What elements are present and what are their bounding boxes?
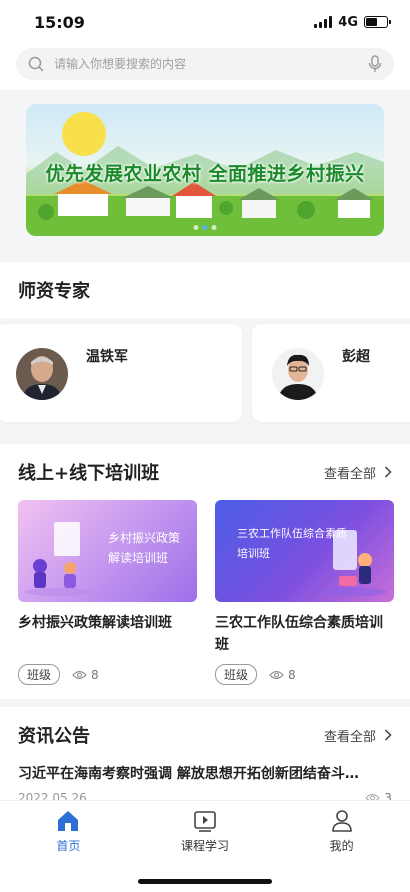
status-time: 15:09 xyxy=(34,12,85,32)
bottom-tab-bar: 首页 课程学习 我的 xyxy=(0,800,410,892)
status-bar: 15:09 4G xyxy=(0,0,410,44)
user-icon xyxy=(331,810,352,832)
eye-icon xyxy=(269,670,284,679)
tab-label: 首页 xyxy=(56,839,81,853)
experts-section: 师资专家 温铁军 彭超 xyxy=(0,262,410,444)
tab-home[interactable]: 首页 xyxy=(13,809,123,854)
news-item[interactable]: 习近平在海南考察时强调 解放思想开拓创新团结奋斗… 2022 05 26 3 xyxy=(0,763,410,805)
experts-carousel[interactable]: 温铁军 彭超 xyxy=(0,318,410,444)
microphone-icon[interactable] xyxy=(368,55,382,73)
view-count-value: 8 xyxy=(288,667,296,682)
home-indicator xyxy=(138,879,272,884)
carousel-dots xyxy=(193,225,217,230)
tab-label: 课程学习 xyxy=(180,839,229,853)
experts-header: 师资专家 xyxy=(0,262,410,318)
network-label: 4G xyxy=(338,14,358,30)
view-count-value: 8 xyxy=(91,667,99,682)
view-all-link[interactable]: 查看全部 xyxy=(324,463,392,482)
section-title: 线上+线下培训班 xyxy=(18,463,160,484)
view-all-link[interactable]: 查看全部 xyxy=(324,726,392,745)
tab-label: 我的 xyxy=(329,839,354,853)
status-indicators: 4G xyxy=(314,14,391,30)
course-meta: 班级 8 xyxy=(18,664,197,685)
news-header: 资讯公告 查看全部 xyxy=(0,707,410,763)
carousel-dot-active[interactable] xyxy=(202,225,208,230)
signal-icon xyxy=(314,16,333,28)
tab-profile[interactable]: 我的 xyxy=(287,809,397,854)
news-title: 习近平在海南考察时强调 解放思想开拓创新团结奋斗… xyxy=(18,766,359,782)
expert-card[interactable]: 温铁军 xyxy=(0,324,242,422)
training-section: 线上+线下培训班 查看全部 乡村振兴政策 解读培训班 乡村振兴政策解读培训班 班… xyxy=(0,444,410,699)
carousel-dot[interactable] xyxy=(193,225,199,230)
avatar xyxy=(16,348,68,400)
section-title: 师资专家 xyxy=(18,281,90,302)
training-header: 线上+线下培训班 查看全部 xyxy=(0,444,410,500)
view-all-label: 查看全部 xyxy=(323,729,376,745)
battery-icon xyxy=(364,16,391,28)
expert-name: 温铁军 xyxy=(86,349,128,365)
expert-card[interactable]: 彭超 xyxy=(252,324,410,422)
thumbnail-text: 解读培训班 xyxy=(108,551,169,565)
class-tag: 班级 xyxy=(18,664,61,685)
search-icon xyxy=(28,56,44,72)
carousel-dot[interactable] xyxy=(211,225,217,230)
news-section: 资讯公告 查看全部 习近平在海南考察时强调 解放思想开拓创新团结奋斗… 2022… xyxy=(0,707,410,805)
avatar xyxy=(272,348,324,400)
tab-course-study[interactable]: 课程学习 xyxy=(150,809,260,854)
search-bar xyxy=(0,44,410,90)
search-input[interactable] xyxy=(54,57,358,71)
course-thumbnail: 乡村振兴政策 解读培训班 xyxy=(18,500,197,602)
search-box[interactable] xyxy=(16,48,394,80)
view-count: 8 xyxy=(72,668,99,682)
view-count: 8 xyxy=(269,668,296,682)
course-card[interactable]: 三农工作队伍综合素质 培训班 三农工作队伍综合素质培训班 班级 8 xyxy=(215,500,394,685)
section-title: 资讯公告 xyxy=(18,726,90,747)
thumbnail-text: 乡村振兴政策 xyxy=(108,531,181,545)
eye-icon xyxy=(72,670,87,679)
course-meta: 班级 8 xyxy=(215,664,394,685)
thumbnail-text: 培训班 xyxy=(237,547,270,560)
expert-name: 彭超 xyxy=(342,349,370,365)
chevron-right-icon xyxy=(384,466,392,478)
view-all-label: 查看全部 xyxy=(323,466,376,482)
thumbnail-text: 三农工作队伍综合素质 xyxy=(237,527,347,540)
course-title: 三农工作队伍综合素质培训班 xyxy=(215,615,383,653)
play-icon xyxy=(194,811,216,832)
chevron-right-icon xyxy=(384,729,392,741)
banner-area: 优先发展农业农村 全面推进乡村振兴 xyxy=(0,90,410,262)
banner-carousel[interactable]: 优先发展农业农村 全面推进乡村振兴 xyxy=(26,104,384,236)
banner-title: 优先发展农业农村 全面推进乡村振兴 xyxy=(45,163,365,185)
course-card[interactable]: 乡村振兴政策 解读培训班 乡村振兴政策解读培训班 班级 8 xyxy=(18,500,197,685)
class-tag: 班级 xyxy=(215,664,258,685)
course-title: 乡村振兴政策解读培训班 xyxy=(18,615,172,631)
course-list: 乡村振兴政策 解读培训班 乡村振兴政策解读培训班 班级 8 三农工作队伍综合素质… xyxy=(0,500,410,699)
course-thumbnail: 三农工作队伍综合素质 培训班 xyxy=(215,500,394,602)
home-icon xyxy=(58,811,79,831)
